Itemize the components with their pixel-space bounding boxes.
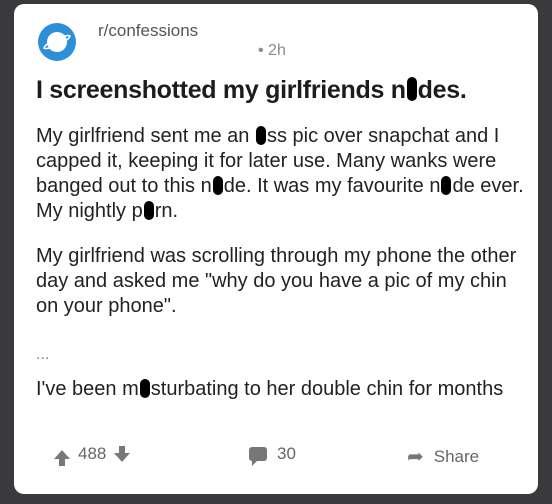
post-body-paragraph-1: My girlfriend sent me an ss pic over sna…: [36, 124, 531, 224]
censor-bar: [139, 379, 150, 398]
p1-part-3: de. It was my favourite n: [223, 175, 441, 197]
vote-count: 488: [78, 444, 107, 463]
arrow-up-icon[interactable]: [54, 449, 70, 466]
title-part-2: des.: [417, 76, 467, 104]
action-bar: 488 30 ➦ Share: [14, 440, 538, 470]
ellipsis: ...: [36, 346, 50, 363]
p1-part-5: rn.: [154, 200, 179, 222]
subreddit-name[interactable]: r/confessions: [98, 21, 198, 41]
arrow-down-icon[interactable]: [114, 445, 131, 462]
share-arrow-icon: ➦: [407, 446, 424, 468]
p1-part-1: My girlfriend sent me an: [36, 125, 255, 147]
post-body-paragraph-3: I've been m sturbating to her double chin…: [36, 377, 531, 402]
censor-bar: [406, 77, 417, 101]
comment-bubble-icon: [249, 447, 267, 466]
censor-bar: [212, 176, 223, 195]
censor-bar: [143, 201, 154, 220]
post-title[interactable]: I screenshotted my girlfriends n des.: [36, 76, 531, 105]
post-body-paragraph-2: My girlfriend was scrolling through my p…: [36, 245, 517, 317]
share-button[interactable]: ➦ Share: [407, 444, 479, 469]
censor-bar: [255, 126, 266, 145]
title-part-1: I screenshotted my girlfriends n: [36, 76, 406, 104]
comment-count: 30: [277, 444, 296, 463]
p3-part-1: I've been m: [36, 378, 139, 400]
vote-group: 488: [54, 444, 131, 466]
comments-button[interactable]: 30: [249, 444, 296, 466]
subreddit-avatar[interactable]: [38, 23, 76, 61]
censor-bar: [441, 176, 452, 195]
post-age: • 2h: [258, 42, 286, 59]
share-label: Share: [433, 446, 480, 466]
post-card: r/confessions • 2h I screenshotted my gi…: [14, 4, 538, 494]
p3-part-2: sturbating to her double chin for months: [150, 378, 504, 400]
